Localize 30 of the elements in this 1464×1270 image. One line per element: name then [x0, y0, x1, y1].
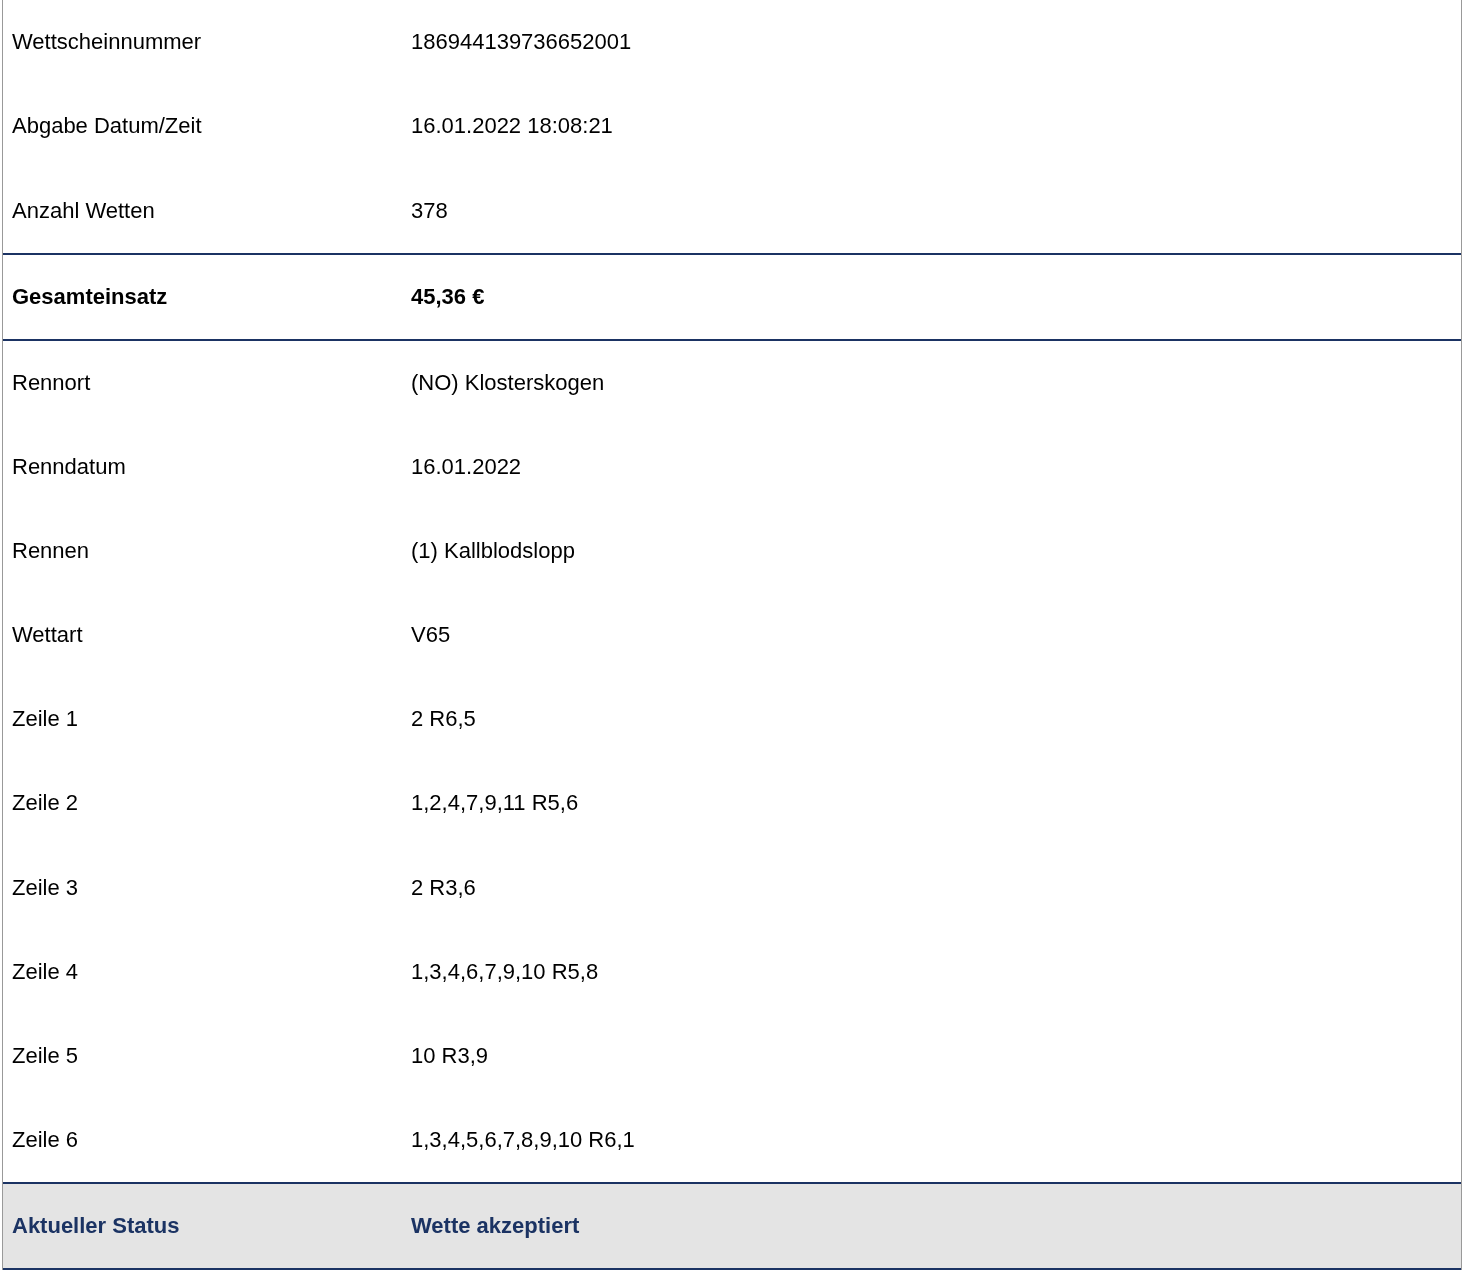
field-label: Renndatum — [12, 454, 127, 481]
field-value: 1,3,4,6,7,9,10 R5,8 — [411, 958, 599, 985]
field-label: Wettart — [12, 622, 84, 649]
field-value: Wette akzeptiert — [411, 1212, 580, 1239]
field-value: 1,3,4,5,6,7,8,9,10 R6,1 — [411, 1126, 635, 1153]
field-label: Zeile 6 — [12, 1126, 80, 1153]
field-value: V65 — [411, 622, 451, 649]
field-value: 378 — [411, 197, 448, 224]
field-value: 186944139736652001 — [411, 29, 632, 56]
field-label: Zeile 5 — [12, 1042, 80, 1069]
field-value: 1,2,4,7,9,11 R5,6 — [411, 790, 579, 817]
field-label: Anzahl Wetten — [12, 197, 156, 224]
field-value: 10 R3,9 — [411, 1042, 489, 1069]
field-label: Abgabe Datum/Zeit — [12, 113, 203, 140]
field-value: 16.01.2022 — [411, 454, 522, 481]
field-label: Rennort — [12, 369, 92, 396]
field-label: Rennen — [12, 538, 91, 565]
field-label: Aktueller Status — [12, 1212, 181, 1239]
field-label: Zeile 1 — [12, 706, 80, 733]
field-label: Zeile 3 — [12, 874, 80, 901]
field-value: (1) Kallblodslopp — [411, 538, 575, 565]
field-label: Gesamteinsatz — [12, 283, 169, 310]
field-value: 2 R6,5 — [411, 706, 476, 733]
field-value: 16.01.2022 18:08:21 — [411, 113, 613, 140]
field-value: 2 R3,6 — [411, 874, 476, 901]
field-label: Zeile 2 — [12, 790, 80, 817]
field-value: 45,36 € — [411, 283, 485, 310]
field-label: Wettscheinnummer — [12, 29, 203, 56]
field-label: Zeile 4 — [12, 958, 80, 985]
field-value: (NO) Klosterskogen — [411, 369, 605, 396]
